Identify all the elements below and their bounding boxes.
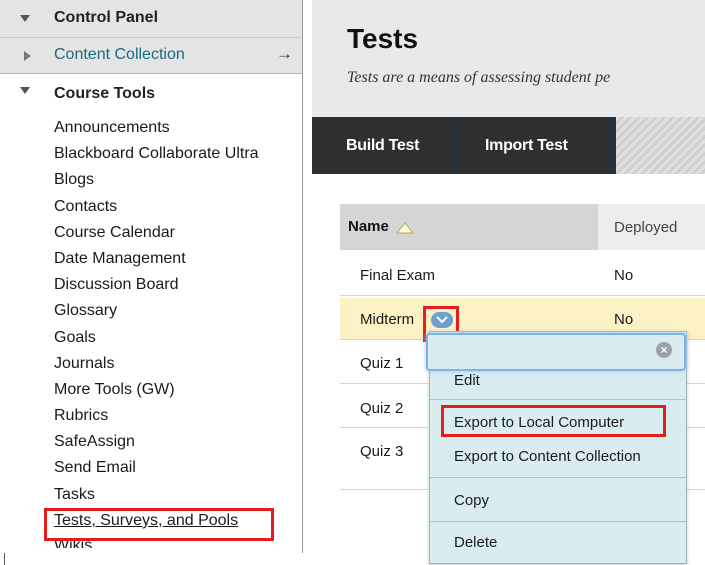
deployed-status: No xyxy=(614,311,634,328)
sidebar-item-course-calendar[interactable]: Course Calendar xyxy=(54,220,299,246)
column-header-name-label: Name xyxy=(348,218,389,235)
menu-item-delete[interactable]: Delete xyxy=(454,534,497,551)
sidebar-item-date-management[interactable]: Date Management xyxy=(54,246,299,272)
test-name[interactable]: Midterm xyxy=(360,311,414,328)
menu-divider xyxy=(430,399,686,400)
toolbar-separator xyxy=(610,117,612,174)
course-tools-header[interactable]: Course Tools xyxy=(0,75,302,111)
collapse-triangle-icon[interactable] xyxy=(20,87,30,94)
control-panel-title: Control Panel xyxy=(54,9,159,26)
course-tools-list: Announcements Blackboard Collaborate Ult… xyxy=(54,115,299,548)
sidebar-item-safeassign[interactable]: SafeAssign xyxy=(54,429,299,455)
content-collection-row[interactable]: Content Collection → xyxy=(0,38,302,74)
test-name[interactable]: Quiz 2 xyxy=(360,400,403,417)
column-header-deployed-label: Deployed xyxy=(614,219,678,236)
sidebar-item-journals[interactable]: Journals xyxy=(54,351,299,377)
menu-divider xyxy=(430,521,686,522)
sidebar-item-send-email[interactable]: Send Email xyxy=(54,455,299,481)
content-collection-link[interactable]: Content Collection xyxy=(54,46,185,64)
sidebar-item-discussion-board[interactable]: Discussion Board xyxy=(54,272,299,298)
menu-item-copy[interactable]: Copy xyxy=(454,492,489,509)
page-header xyxy=(312,0,705,117)
control-panel-header[interactable]: Control Panel xyxy=(0,0,302,38)
highlight-box-tests-surveys-pools xyxy=(44,508,274,541)
sidebar-item-rubrics[interactable]: Rubrics xyxy=(54,403,299,429)
menu-search-input[interactable] xyxy=(426,333,686,371)
highlight-box-export-local xyxy=(441,405,666,437)
sort-ascending-icon[interactable] xyxy=(396,222,414,234)
sidebar-item-more-tools[interactable]: More Tools (GW) xyxy=(54,377,299,403)
sidebar-item-tasks[interactable]: Tasks xyxy=(54,482,299,508)
page-description: Tests are a means of assessing student p… xyxy=(347,69,611,86)
build-test-button[interactable]: Build Test xyxy=(312,117,458,174)
clear-icon[interactable]: × xyxy=(656,342,672,358)
sidebar-item-glossary[interactable]: Glossary xyxy=(54,298,299,324)
test-name[interactable]: Quiz 3 xyxy=(360,443,403,460)
sidebar-divider xyxy=(302,0,303,553)
menu-divider xyxy=(430,477,686,478)
action-bar-filler xyxy=(616,117,705,174)
sidebar-item-blogs[interactable]: Blogs xyxy=(54,167,299,193)
sidebar-item-blackboard-collaborate-ultra[interactable]: Blackboard Collaborate Ultra xyxy=(54,141,299,167)
deployed-status: No xyxy=(614,267,634,284)
page-title: Tests xyxy=(347,23,419,54)
import-test-button[interactable]: Import Test xyxy=(458,117,610,174)
sidebar-item-announcements[interactable]: Announcements xyxy=(54,115,299,141)
menu-item-export-content-collection[interactable]: Export to Content Collection xyxy=(454,448,641,465)
sidebar-item-contacts[interactable]: Contacts xyxy=(54,194,299,220)
menu-item-edit[interactable]: Edit xyxy=(454,372,480,389)
test-name[interactable]: Final Exam xyxy=(360,267,435,284)
collapse-triangle-icon[interactable] xyxy=(20,15,30,22)
sidebar-edge xyxy=(4,553,5,565)
arrow-right-icon[interactable]: → xyxy=(276,44,293,64)
column-header-deployed[interactable]: Deployed xyxy=(598,204,705,250)
table-header: Name Deployed xyxy=(340,204,705,250)
course-tools-title: Course Tools xyxy=(54,85,156,102)
expand-triangle-icon[interactable] xyxy=(24,51,31,61)
sidebar-item-goals[interactable]: Goals xyxy=(54,325,299,351)
table-row[interactable]: Final Exam No xyxy=(340,254,705,296)
test-name[interactable]: Quiz 1 xyxy=(360,355,403,372)
column-header-name[interactable]: Name xyxy=(340,204,598,250)
